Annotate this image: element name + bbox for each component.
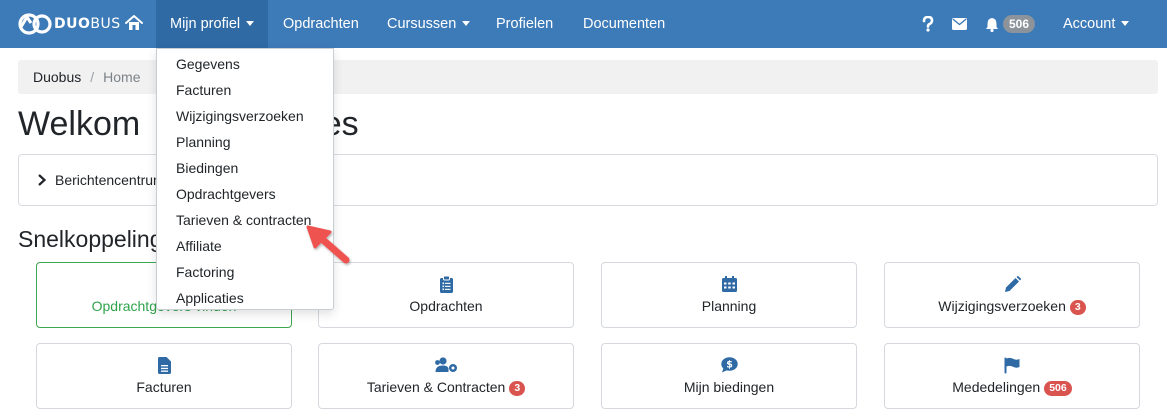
top-navbar: DUOBUS Mijn profiel Opdrachten Cursussen… [0,0,1167,48]
mijn-profiel-dropdown: Gegevens Facturen Wijzigingsverzoeken Pl… [156,48,334,310]
tile-mededelingen[interactable]: Mededelingen 506 [884,343,1140,409]
tile-opdrachten[interactable]: Opdrachten [318,262,574,328]
nav-mijn-profiel[interactable]: Mijn profiel [156,0,268,48]
breadcrumb-current: Home [103,69,141,85]
caret-down-icon [246,20,255,26]
nav-opdrachten[interactable]: Opdrachten [283,0,359,48]
tile-planning[interactable]: Planning [601,262,857,328]
svg-text:$: $ [726,360,733,371]
dollar-bubble-icon: $ [720,356,738,374]
dropdown-item-wijzigingsverzoeken[interactable]: Wijzigingsverzoeken [157,103,333,129]
dropdown-item-applicaties[interactable]: Applicaties [157,285,333,311]
dropdown-item-opdrachtgevers[interactable]: Opdrachtgevers [157,181,333,207]
tile-wijzigingsverzoeken[interactable]: Wijzigingsverzoeken 3 [884,262,1140,328]
count-badge: 506 [1044,381,1072,396]
tile-facturen[interactable]: Facturen [36,343,292,409]
tile-label: Opdrachten [409,298,483,314]
home-icon[interactable] [125,14,143,32]
breadcrumb-separator: / [90,69,95,85]
message-center-label: Berichtencentrum [55,172,165,188]
messages-button[interactable] [952,0,967,48]
pencil-icon [1003,275,1021,293]
users-cog-icon [434,356,458,374]
breadcrumb-link-duobus[interactable]: Duobus [33,69,81,85]
notifications-button[interactable]: 506 [985,0,1036,48]
page-title-greeting: Welkom [18,105,141,143]
tile-label: Planning [701,298,757,314]
calendar-icon [720,275,738,293]
tile-label: Mededelingen 506 [885,379,1139,396]
tile-label: Mijn biedingen [683,379,775,395]
dropdown-item-planning[interactable]: Planning [157,129,333,155]
dropdown-item-gegevens[interactable]: Gegevens [157,51,333,77]
help-button[interactable] [922,0,934,48]
clipboard-icon [437,275,455,293]
caret-down-icon [1121,20,1130,26]
tile-label: Wijzigingsverzoeken 3 [885,298,1139,315]
nav-cursussen[interactable]: Cursussen [387,0,471,48]
brand-name: DUOBUS [54,16,121,32]
tile-mijn-biedingen[interactable]: $ Mijn biedingen [601,343,857,409]
caret-down-icon [462,20,471,26]
nav-profielen[interactable]: Profielen [496,0,553,48]
annotation-arrow-icon [306,225,350,264]
file-icon [155,356,173,374]
tile-label: Tarieven & Contracten 3 [319,379,573,396]
duobus-logo-icon [18,13,52,35]
question-icon [922,16,934,32]
dropdown-item-facturen[interactable]: Facturen [157,77,333,103]
dropdown-item-biedingen[interactable]: Biedingen [157,155,333,181]
envelope-icon [952,18,967,30]
bell-icon [986,17,998,32]
brand-logo[interactable]: DUOBUS [18,12,121,36]
count-badge: 3 [509,381,526,396]
tile-label: Facturen [136,379,192,395]
notification-count-badge: 506 [1003,15,1036,33]
account-menu[interactable]: Account [1063,0,1130,48]
flag-icon [1003,356,1021,374]
chevron-right-icon [38,174,47,186]
count-badge: 3 [1069,300,1086,315]
tile-tarieven-contracten[interactable]: Tarieven & Contracten 3 [318,343,574,409]
nav-documenten[interactable]: Documenten [583,0,665,48]
